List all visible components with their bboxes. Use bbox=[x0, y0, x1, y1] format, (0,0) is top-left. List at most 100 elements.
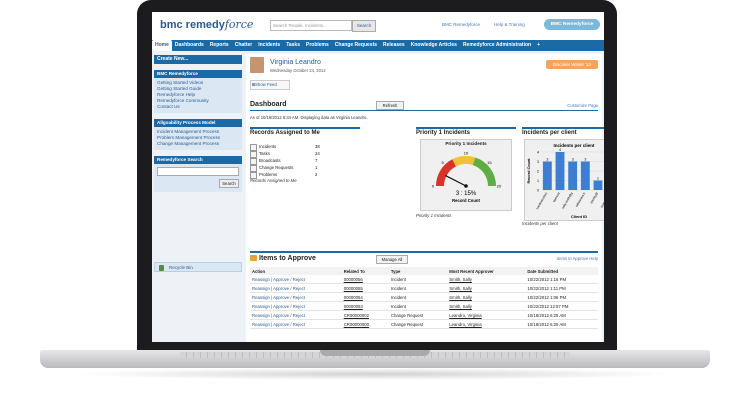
record-count: 7 bbox=[315, 158, 318, 163]
dashboard-divider bbox=[250, 110, 598, 111]
bar-x-tick: wilhelmina.h bbox=[574, 191, 586, 208]
approve-help-link[interactable]: Items to Approve Help bbox=[557, 256, 598, 261]
bmc-remedyforce-box: BMC Remedyforce Getting Started Videos Ge… bbox=[154, 70, 242, 113]
record-label: Incidents bbox=[259, 144, 277, 149]
related-record-link[interactable]: 00000055 bbox=[341, 283, 389, 293]
approval-action-link[interactable]: Reassign | Approve / Reject bbox=[250, 319, 342, 329]
process-link[interactable]: Change Management Process bbox=[154, 141, 242, 147]
tab-home[interactable]: Home bbox=[152, 40, 172, 51]
record-label: Problems bbox=[259, 172, 278, 177]
discover-button[interactable]: Discover Winter '13 bbox=[546, 60, 598, 69]
tab-change-requests[interactable]: Change Requests bbox=[332, 40, 380, 51]
related-record-link[interactable]: CR00000000 bbox=[341, 319, 389, 329]
avatar[interactable] bbox=[250, 57, 264, 73]
app-switcher-button[interactable]: BMC Remedyforce bbox=[544, 19, 600, 30]
global-search-button[interactable]: Search bbox=[352, 20, 376, 32]
table-row: Reassign | Approve / Reject CR00000000 Cha… bbox=[250, 319, 598, 329]
tab-knowledge-articles[interactable]: Knowledge Articles bbox=[408, 40, 460, 51]
table-row: Reassign | Approve / Reject CR00000002 Cha… bbox=[250, 310, 598, 320]
bar-x-tick: stanley@ bbox=[589, 192, 599, 205]
record-row[interactable]: Tasks 24 bbox=[250, 150, 360, 158]
bar[interactable] bbox=[568, 161, 578, 191]
approval-action-link[interactable]: Reassign | Approve / Reject bbox=[250, 275, 342, 284]
tab-remedyforce-administration[interactable]: Remedyforce Administration bbox=[460, 40, 534, 51]
approval-action-link[interactable]: Reassign | Approve / Reject bbox=[250, 283, 342, 293]
refresh-button[interactable]: Refresh bbox=[376, 101, 404, 110]
related-record-link[interactable]: CR00000002 bbox=[341, 310, 389, 320]
bar-value-label: 4 bbox=[559, 148, 561, 152]
record-type: Incident bbox=[388, 283, 448, 293]
sidebar: Create New... BMC Remedyforce Getting St… bbox=[154, 55, 242, 192]
manage-all-button[interactable]: Manage All bbox=[376, 255, 408, 264]
show-feed-button[interactable]: Show Feed bbox=[250, 80, 290, 90]
column-header[interactable]: Action bbox=[250, 267, 342, 275]
related-record-link[interactable]: 00000056 bbox=[341, 275, 389, 284]
customize-page-link[interactable]: Customize Page bbox=[567, 103, 598, 108]
bar[interactable] bbox=[593, 180, 603, 191]
related-record-link[interactable]: 00000054 bbox=[341, 292, 389, 302]
tab-chatter[interactable]: Chatter bbox=[232, 40, 256, 51]
bar[interactable] bbox=[542, 161, 552, 191]
tab-dashboards[interactable]: Dashboards bbox=[172, 40, 207, 51]
approval-action-link[interactable]: Reassign | Approve / Reject bbox=[250, 301, 342, 311]
gauge-svg: 0 5 10 15 20 3 : 15%Record Count bbox=[432, 151, 502, 204]
recycle-bin-link[interactable]: Recycle Bin bbox=[154, 262, 242, 272]
global-search-input[interactable]: Search People, Incidents... bbox=[270, 20, 352, 31]
approver-link[interactable]: Leandro, Virginia bbox=[447, 319, 526, 329]
approval-action-link[interactable]: Reassign | Approve / Reject bbox=[250, 292, 342, 302]
approver-link[interactable]: Smith, Sally bbox=[447, 301, 526, 311]
bar-x-tick: hacilindustries bbox=[535, 191, 548, 210]
approver-link[interactable]: Smith, Sally bbox=[447, 275, 526, 284]
bar[interactable] bbox=[555, 152, 565, 190]
priority-incidents-panel: Priority 1 Incidents Priority 1 Incident… bbox=[416, 127, 516, 237]
show-feed-label: Show Feed bbox=[255, 82, 277, 87]
tab-tasks[interactable]: Tasks bbox=[283, 40, 303, 51]
dashboard-title: Dashboard bbox=[250, 101, 287, 108]
user-name[interactable]: Virginia Leandro bbox=[270, 59, 321, 66]
column-header[interactable]: Date Submitted bbox=[525, 267, 598, 275]
approvals-table: Action Related To Type Most Recent Approver… bbox=[250, 267, 598, 329]
bar-value-label: 3 bbox=[546, 158, 548, 162]
approver-link[interactable]: Leandro, Virginia bbox=[447, 310, 526, 320]
record-row[interactable]: Broadcasts 7 bbox=[250, 157, 360, 165]
record-row[interactable]: Problems 2 bbox=[250, 171, 360, 179]
priority-panel-title: Priority 1 Incidents bbox=[416, 127, 516, 139]
record-label: Broadcasts bbox=[259, 158, 281, 163]
record-type: Change Request bbox=[388, 319, 448, 329]
sidebar-search-button[interactable]: Search bbox=[219, 179, 239, 188]
approver-link[interactable]: Smith, Sally bbox=[447, 292, 526, 302]
priority-gauge-chart[interactable]: Priority 1 Incidents 0 5 10 15 20 3 : 15% Reco… bbox=[420, 139, 512, 211]
bar-x-tick: support.apex bbox=[599, 191, 604, 208]
feed-icon bbox=[252, 83, 255, 86]
related-record-link[interactable]: 00000053 bbox=[341, 301, 389, 311]
tab-reports[interactable]: Reports bbox=[207, 40, 232, 51]
column-header[interactable]: Type bbox=[388, 267, 448, 275]
tab-problems[interactable]: Problems bbox=[303, 40, 332, 51]
items-to-approve-section: Items to Approve Manage All Items to App… bbox=[250, 251, 598, 329]
tab-incidents[interactable]: Incidents bbox=[255, 40, 283, 51]
user-menu-link[interactable]: BMC Remedyforce bbox=[442, 22, 480, 27]
tab--[interactable]: + bbox=[534, 40, 543, 51]
column-header[interactable]: Related To bbox=[341, 267, 389, 275]
bmc-logo[interactable]: bmc remedyforce bbox=[160, 18, 253, 31]
tab-releases[interactable]: Releases bbox=[380, 40, 408, 51]
approval-action-link[interactable]: Reassign | Approve / Reject bbox=[250, 310, 342, 320]
date-submitted: 10/18/2012 6:25 AM bbox=[525, 319, 598, 329]
bmc-link[interactable]: Contact Us bbox=[154, 104, 242, 110]
bar[interactable] bbox=[580, 161, 590, 191]
gauge-tick: 10 bbox=[464, 151, 469, 156]
records-panel-footer: Records Assigned to Me bbox=[250, 178, 297, 183]
column-header[interactable]: Most Recent Approver bbox=[447, 267, 526, 275]
current-date: Wednesday October 24, 2012 bbox=[270, 68, 326, 73]
priority-panel-footer: Priority 1 Incidents bbox=[416, 213, 452, 218]
approver-link[interactable]: Smith, Sally bbox=[447, 283, 526, 293]
record-row[interactable]: Change Requests 1 bbox=[250, 164, 360, 172]
remedyforce-search-box: Remedyforce Search Search bbox=[154, 156, 242, 192]
sidebar-search-input[interactable] bbox=[157, 167, 239, 176]
incidents-per-client-chart[interactable]: Incidents per client 0 1 2 3 4 Record Count 3 ha… bbox=[524, 139, 604, 221]
create-new-button[interactable]: Create New... bbox=[154, 55, 242, 64]
help-training-link[interactable]: Help & Training bbox=[494, 22, 525, 27]
record-row[interactable]: Incidents 38 bbox=[250, 143, 360, 151]
bar-value-label: 3 bbox=[584, 158, 586, 162]
date-submitted: 10/18/2012 6:25 AM bbox=[525, 310, 598, 320]
